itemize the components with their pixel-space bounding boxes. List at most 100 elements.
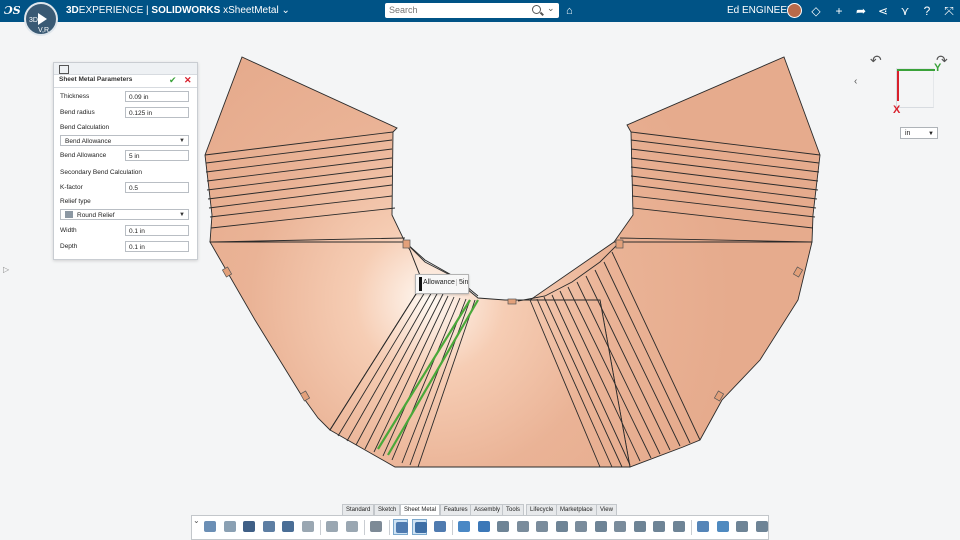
x-axis-label: X [893, 104, 901, 116]
search-icon[interactable] [532, 5, 541, 14]
tab-lifecycle[interactable]: Lifecycle [526, 504, 558, 515]
jog-icon[interactable] [573, 519, 588, 535]
export-icon[interactable] [222, 519, 237, 535]
app-brand: 3DEXPERIENCE | SOLIDWORKS xSheetMetal ⌄ [66, 5, 290, 16]
tab-icon[interactable] [515, 519, 530, 535]
sheet-metal-params-icon[interactable] [392, 519, 408, 535]
bend-allowance-field[interactable]: 5 in [125, 150, 189, 161]
kfactor-label: K-factor [60, 184, 83, 191]
tab-features[interactable]: Features [440, 504, 472, 515]
help-icon-glyph [370, 521, 382, 532]
tooltip-value[interactable]: 5in [456, 279, 468, 286]
avatar[interactable] [787, 3, 802, 18]
chat-icon[interactable]: ◇ [809, 4, 823, 18]
unfold-icon-glyph [672, 521, 685, 532]
base-flange-icon[interactable] [456, 519, 471, 535]
settings-gear-icon[interactable] [300, 519, 315, 535]
compass-vr-label: V,R [38, 27, 50, 34]
units-select[interactable]: in ▼ [900, 127, 938, 139]
insert-bends-icon[interactable] [754, 519, 769, 535]
width-field[interactable]: 0.1 in [125, 225, 189, 236]
apps-icon[interactable]: ⋎ [898, 4, 912, 18]
dassault-logo-icon[interactable]: ƆS [4, 3, 21, 19]
bend-calculation-select[interactable]: Bend Allowance ▼ [60, 135, 189, 146]
edge-flange-icon[interactable] [495, 519, 510, 535]
compass-icon[interactable]: 3D V,R [24, 2, 58, 36]
app-menu-chevron-icon[interactable]: ⌄ [281, 5, 289, 16]
toolbar-scroll-icon[interactable]: ⌄ [193, 516, 200, 525]
search-options-chevron-icon[interactable]: ⌄ [547, 3, 555, 14]
tab-marketplace[interactable]: Marketplace [556, 504, 597, 515]
closed-corner-icon[interactable] [612, 519, 627, 535]
units-value: in [905, 130, 911, 137]
convert-to-sheet-metal-icon[interactable] [412, 519, 427, 535]
tab-standard[interactable]: Standard [342, 504, 375, 515]
insert-bends-icon-glyph [755, 521, 768, 532]
rotate-left-icon[interactable]: ↶ [870, 52, 882, 69]
search-box[interactable]: ⌄ [385, 3, 559, 18]
compass-play-icon[interactable] [38, 13, 47, 25]
thickness-field[interactable]: 0.09 in [125, 91, 189, 102]
search-input[interactable] [389, 4, 519, 16]
secondary-row: Secondary Bend Calculation [54, 167, 197, 180]
undo-icon[interactable] [324, 519, 339, 535]
bend-allowance-tooltip: Allowance 5in [415, 274, 469, 294]
miter-flange-icon-glyph [594, 521, 607, 532]
view-triad[interactable] [896, 68, 935, 108]
relief-type-select-row: Round Relief ▼ [54, 209, 197, 222]
width-row: Width 0.1 in [54, 225, 197, 238]
snapshot-icon[interactable] [280, 519, 295, 535]
thicken-icon[interactable] [432, 519, 447, 535]
panel-title-bar: Sheet Metal Parameters ✔ ✕ [54, 75, 197, 88]
save-icon-glyph [243, 521, 255, 532]
side-panel-expand-icon[interactable]: ▷ [3, 265, 9, 274]
dropdown-arrow-icon[interactable]: ▼ [928, 128, 934, 140]
help-icon[interactable]: ? [920, 4, 934, 18]
redo-icon[interactable] [344, 519, 359, 535]
flat-pattern-icon[interactable] [734, 519, 749, 535]
miter-flange-icon[interactable] [593, 519, 608, 535]
fold-icon[interactable] [695, 519, 710, 535]
hem-icon[interactable] [534, 519, 549, 535]
toolbar-separator [364, 520, 365, 535]
tab-sketch[interactable]: Sketch [374, 504, 401, 515]
toolbar-separator [691, 520, 692, 535]
corner-relief-icon-glyph [633, 521, 646, 532]
save-options-icon[interactable] [261, 519, 276, 535]
redo-icon-glyph [345, 521, 358, 532]
tab-view[interactable]: View [596, 504, 617, 515]
sketched-bend-icon[interactable] [554, 519, 569, 535]
flatten-icon[interactable] [715, 519, 730, 535]
forming-tool-icon[interactable] [651, 519, 666, 535]
view-nav-left-icon[interactable]: ‹ [854, 76, 857, 87]
corner-relief-icon[interactable] [632, 519, 647, 535]
relief-type-select[interactable]: Round Relief ▼ [60, 209, 189, 220]
tab-sheet-metal[interactable]: Sheet Metal [400, 504, 441, 515]
panel-image-icon [59, 65, 69, 74]
tag-icon[interactable]: ⌂ [566, 5, 576, 17]
tab-tools[interactable]: Tools [502, 504, 525, 515]
cancel-x-icon[interactable]: ✕ [184, 75, 192, 86]
closed-corner-icon-glyph [614, 521, 626, 532]
add-icon[interactable]: + [832, 4, 846, 18]
share-icon[interactable]: ➦ [854, 4, 868, 18]
save-icon[interactable] [241, 519, 256, 535]
unfold-icon[interactable] [671, 519, 686, 535]
dropdown-arrow-icon[interactable]: ▼ [179, 136, 185, 147]
box-icon[interactable] [476, 519, 491, 535]
help-icon[interactable] [368, 519, 383, 535]
fullscreen-icon[interactable]: ⤧ [942, 4, 956, 18]
user-name[interactable]: Ed ENGINEER [727, 5, 794, 16]
ok-check-icon[interactable]: ✔ [169, 75, 177, 86]
kfactor-field[interactable]: 0.5 [125, 182, 189, 193]
secondary-bend-calculation-label[interactable]: Secondary Bend Calculation [60, 169, 142, 176]
convert-to-sheet-metal-icon-glyph [415, 522, 427, 533]
bend-radius-field[interactable]: 0.125 in [125, 107, 189, 118]
depth-field[interactable]: 0.1 in [125, 241, 189, 252]
bend-allowance-label: Bend Allowance [60, 152, 107, 159]
tab-assembly[interactable]: Assembly [470, 504, 505, 515]
import-icon[interactable] [202, 519, 217, 535]
network-icon[interactable]: ⋖ [876, 4, 890, 18]
base-flange-icon-glyph [458, 521, 470, 532]
dropdown-arrow-icon[interactable]: ▼ [179, 210, 185, 221]
